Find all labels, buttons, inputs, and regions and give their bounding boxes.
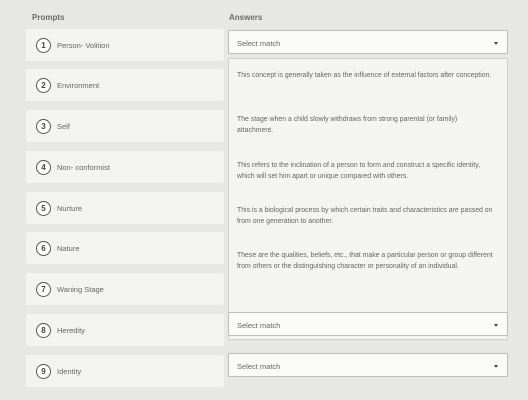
answer-select-1[interactable]: Select match: [228, 30, 508, 54]
prompt-label: Non- conformist: [57, 162, 110, 172]
number-badge: 7: [36, 281, 51, 297]
prompt-label: Environment: [57, 80, 100, 90]
prompt-item-1[interactable]: 1 Person- Volition: [26, 29, 224, 61]
number-badge: 5: [36, 200, 51, 216]
prompts-header: Prompts: [32, 13, 65, 22]
caret-down-icon: [494, 42, 498, 45]
number-badge: 3: [36, 118, 51, 134]
prompt-item-3[interactable]: 3 Self: [26, 110, 224, 142]
answer-option-5[interactable]: These are the qualities, beliefs, etc., …: [237, 250, 493, 272]
prompt-item-5[interactable]: 5 Nurture: [26, 192, 224, 224]
prompt-label: Heredity: [57, 325, 85, 335]
prompt-item-6[interactable]: 6 Nature: [26, 232, 224, 264]
prompt-item-2[interactable]: 2 Environment: [26, 69, 224, 101]
number-badge: 1: [36, 37, 51, 53]
answer-option-1[interactable]: This concept is generally taken as the i…: [237, 70, 493, 81]
number-badge: 6: [36, 240, 51, 256]
caret-down-icon: [494, 324, 498, 327]
select-value: Select match: [237, 321, 281, 330]
answer-pool: This concept is generally taken as the i…: [228, 58, 508, 340]
prompt-item-4[interactable]: 4 Non- conformist: [26, 151, 224, 183]
answer-select-9[interactable]: Select match: [228, 353, 508, 377]
answer-option-4[interactable]: This is a biological process by which ce…: [237, 205, 493, 227]
prompt-label: Waning Stage: [57, 284, 104, 294]
select-value: Select match: [237, 362, 281, 371]
answers-header: Answers: [229, 13, 263, 22]
prompt-label: Person- Volition: [57, 40, 110, 50]
answer-option-2[interactable]: The stage when a child slowly withdraws …: [237, 114, 493, 136]
number-badge: 4: [36, 159, 51, 175]
number-badge: 2: [36, 77, 51, 93]
answer-select-8[interactable]: Select match: [228, 312, 508, 336]
number-badge: 8: [36, 322, 51, 338]
prompt-label: Self: [57, 121, 70, 131]
prompt-item-8[interactable]: 8 Heredity: [26, 314, 224, 346]
answer-option-3[interactable]: This refers to the inclination of a pers…: [237, 160, 493, 182]
prompt-label: Nature: [57, 243, 80, 253]
prompt-item-7[interactable]: 7 Waning Stage: [26, 273, 224, 305]
prompt-item-9[interactable]: 9 Identity: [26, 355, 224, 387]
number-badge: 9: [36, 363, 51, 379]
prompt-label: Nurture: [57, 203, 83, 213]
prompt-label: Identity: [57, 366, 82, 376]
caret-down-icon: [494, 365, 498, 368]
select-value: Select match: [237, 39, 281, 48]
